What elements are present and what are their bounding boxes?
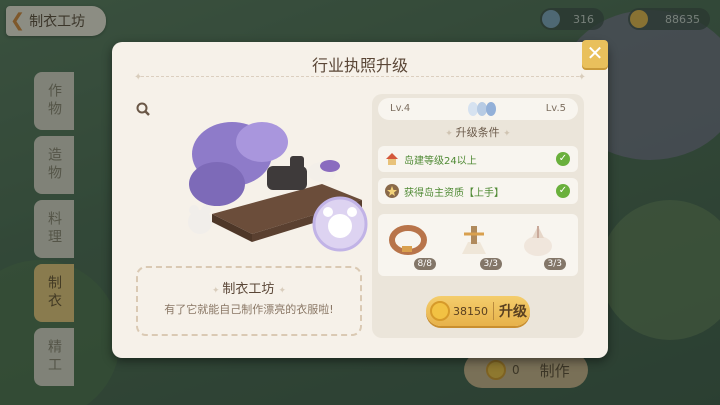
condition-text: 岛建等级24以上 — [404, 155, 477, 167]
level-arrow-icon — [468, 102, 496, 116]
coin-icon — [430, 301, 450, 321]
upgrade-cost: 38150 — [453, 304, 488, 318]
star-decoration-icon: ✦ — [577, 72, 586, 83]
current-level: Lv.4 — [390, 103, 411, 114]
star-decoration-icon: ✦ — [278, 286, 287, 296]
material-count: 3/3 — [543, 258, 566, 270]
magnifier-icon[interactable] — [136, 102, 150, 116]
material-count: 3/3 — [479, 258, 502, 270]
item-info: ✦ 制衣工坊 ✦ 有了它就能自己制作漂亮的衣服啦! — [136, 266, 362, 336]
material-thread-spool[interactable]: 3/3 — [454, 220, 502, 270]
star-decoration-icon: ✦ — [503, 129, 511, 139]
badge-icon — [385, 184, 399, 198]
next-level: Lv.5 — [545, 103, 566, 114]
star-decoration-icon: ✦ — [134, 72, 143, 83]
sewing-workshop-image — [188, 122, 368, 252]
title-divider — [136, 76, 584, 78]
cloth-bag-icon — [524, 226, 552, 256]
condition-row: 获得岛主资质【上手】 ✓ — [378, 178, 578, 204]
level-bar: Lv.4 Lv.5 — [378, 98, 578, 120]
material-count: 8/8 — [413, 258, 436, 270]
item-description: 有了它就能自己制作漂亮的衣服啦! — [164, 303, 334, 316]
close-button[interactable]: ✕ — [582, 40, 608, 68]
house-icon — [386, 153, 398, 165]
license-upgrade-dialog: 行业执照升级 ✦ ✦ ✕ ✦ 制衣工坊 ✦ 有了它就能自己制作漂亮的衣服啦! L… — [112, 40, 608, 358]
condition-row: 岛建等级24以上 ✓ — [378, 146, 578, 172]
belt-icon — [389, 225, 427, 255]
item-name: ✦ 制衣工坊 ✦ — [138, 278, 360, 297]
materials-list: 8/8 3/3 3/3 — [378, 214, 578, 276]
conditions-title: ✦ 升级条件 ✦ — [372, 124, 584, 140]
material-belt[interactable]: 8/8 — [388, 220, 436, 270]
dialog-title: 行业执照升级 — [311, 56, 408, 75]
star-decoration-icon: ✦ — [445, 129, 456, 139]
star-decoration-icon: ✦ — [211, 286, 223, 296]
check-icon: ✓ — [556, 184, 570, 198]
upgrade-panel: Lv.4 Lv.5 ✦ 升级条件 ✦ 岛建等级24以上 ✓ 获得岛主资质【上手】… — [372, 94, 584, 338]
upgrade-button[interactable]: 38150 升级 — [426, 296, 530, 326]
upgrade-label: 升级 — [499, 304, 527, 320]
check-icon: ✓ — [556, 152, 570, 166]
condition-text: 获得岛主资质【上手】 — [404, 187, 504, 199]
material-cloth-bag[interactable]: 3/3 — [518, 220, 566, 270]
conditions-title-text: 升级条件 — [455, 126, 500, 139]
thread-spool-icon — [462, 226, 486, 254]
item-name-text: 制衣工坊 — [222, 282, 275, 297]
button-divider — [493, 302, 494, 320]
